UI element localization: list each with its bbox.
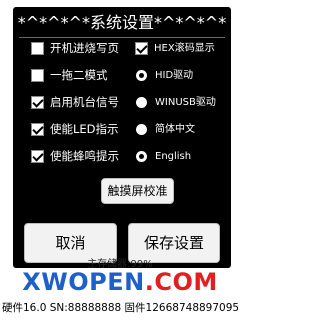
watermark-open: OPEN — [68, 268, 145, 296]
dialog-title: *^*^*^*系统设置*^*^*^* — [17, 13, 227, 32]
label-hex-checksum: HEX滚码显示 — [154, 43, 215, 54]
watermark-dot: . — [144, 268, 155, 296]
checkbox-buzzer[interactable] — [31, 150, 44, 163]
radio-simplified-chinese[interactable] — [136, 124, 147, 135]
label-english: English — [155, 151, 192, 162]
watermark-xw: XW — [22, 268, 69, 296]
watermark-com: COM — [154, 268, 218, 296]
label-one-to-two: 一拖二模式 — [50, 68, 108, 82]
title-divider — [19, 37, 225, 38]
radio-english[interactable] — [136, 151, 147, 162]
checkbox-desk-signal[interactable] — [31, 96, 44, 109]
watermark-logo: XWOPEN.COM — [0, 268, 240, 296]
checkbox-boot-progress[interactable] — [31, 42, 44, 55]
option-hex-checksum[interactable]: HEX滚码显示 — [135, 42, 229, 58]
save-settings-button[interactable]: 保存设置 — [128, 223, 220, 263]
option-hid-driver[interactable]: HID驱动 — [136, 69, 228, 85]
checkbox-led-indicator[interactable] — [31, 123, 44, 136]
option-led-indicator[interactable]: 使能LED指示 — [31, 122, 141, 139]
label-boot-progress: 开机进烧写页 — [50, 41, 119, 55]
option-desk-signal[interactable]: 启用机台信号 — [31, 95, 141, 112]
checkbox-hex-checksum[interactable] — [135, 42, 148, 55]
label-led-indicator: 使能LED指示 — [50, 122, 119, 136]
checkbox-one-to-two[interactable] — [31, 69, 44, 82]
radio-winusb-driver[interactable] — [136, 97, 147, 108]
label-hid-driver: HID驱动 — [155, 70, 194, 81]
label-simplified-chinese: 简体中文 — [155, 124, 195, 135]
label-buzzer: 使能蜂鸣提示 — [50, 149, 119, 163]
option-one-to-two[interactable]: 一拖二模式 — [31, 68, 141, 85]
settings-dialog: *^*^*^*系统设置*^*^*^* 开机进烧写页 一拖二模式 启用机台信号 使… — [13, 7, 231, 268]
label-winusb-driver: WINUSB驱动 — [155, 97, 216, 108]
option-winusb-driver[interactable]: WINUSB驱动 — [136, 96, 228, 112]
touch-calibrate-button[interactable]: 触摸屏校准 — [101, 178, 174, 204]
option-english[interactable]: English — [136, 150, 228, 166]
radio-hid-driver[interactable] — [136, 70, 147, 81]
option-boot-progress[interactable]: 开机进烧写页 — [31, 41, 141, 58]
option-buzzer[interactable]: 使能蜂鸣提示 — [31, 149, 141, 166]
label-desk-signal: 启用机台信号 — [50, 95, 119, 109]
option-simplified-chinese[interactable]: 简体中文 — [136, 123, 228, 139]
firmware-info: 硬件16.0 SN:88888888 固件12668748897095 — [2, 302, 240, 314]
cancel-button[interactable]: 取消 — [24, 223, 117, 263]
